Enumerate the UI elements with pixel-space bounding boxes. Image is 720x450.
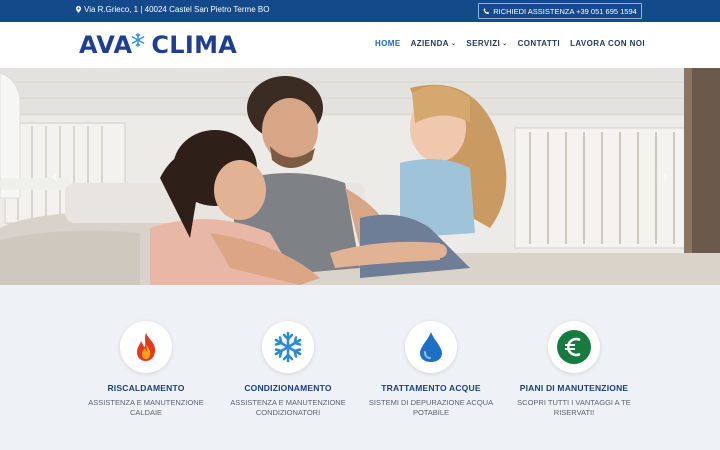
phone-icon — [483, 7, 490, 14]
nav-lavora-label: LAVORA CON NOI — [570, 39, 645, 48]
assistance-button[interactable]: RICHIEDI ASSISTENZA +39 051 695 1594 — [478, 3, 642, 19]
service-condizionamento[interactable]: CONDIZIONAMENTO ASSISTENZA E MANUTENZION… — [218, 321, 358, 418]
service-title: CONDIZIONAMENTO — [244, 383, 332, 393]
chevron-down-icon: ⌄ — [450, 41, 457, 47]
service-icon-circle — [120, 321, 172, 373]
chevron-left-icon: ‹ — [52, 168, 58, 185]
nav-azienda[interactable]: AZIENDA ⌄ — [411, 39, 457, 48]
service-desc: SCOPRI TUTTI I VANTAGGI A TE RISERVATI! — [517, 398, 631, 417]
logo[interactable]: AVA CLIMA — [79, 32, 237, 58]
service-trattamento-acque[interactable]: TRATTAMENTO ACQUE SISTEMI DI DEPURAZIONE… — [361, 321, 501, 418]
hero-image — [0, 68, 720, 285]
chevron-right-icon: › — [662, 168, 668, 185]
nav-contatti-label: CONTATTI — [517, 39, 561, 48]
slider-next-button[interactable]: › — [658, 168, 672, 186]
address-text: Via R.Grieco, 1 | 40024 Castel San Pietr… — [84, 5, 270, 14]
service-icon-circle — [548, 321, 600, 373]
nav-home-label: HOME — [374, 39, 401, 48]
hero-slider[interactable]: ‹ › — [0, 68, 720, 285]
service-icon-circle — [262, 321, 314, 373]
service-title: TRATTAMENTO ACQUE — [381, 383, 481, 393]
main-nav: HOME AZIENDA ⌄ SERVIZI ⌄ CONTATTI LAVORA C… — [375, 39, 645, 48]
service-title: RISCALDAMENTO — [107, 383, 185, 393]
address: Via R.Grieco, 1 | 40024 Castel San Pietr… — [76, 5, 269, 14]
assistance-label: RICHIEDI ASSISTENZA +39 051 695 1594 — [493, 6, 637, 16]
service-piani-manutenzione[interactable]: PIANI DI MANUTENZIONE SCOPRI TUTTI I VAN… — [504, 321, 644, 418]
map-pin-icon — [76, 6, 81, 13]
services-section: RISCALDAMENTO ASSISTENZA E MANUTENZIONE … — [0, 285, 720, 450]
service-icon-circle — [405, 321, 457, 373]
nav-azienda-label: AZIENDA — [410, 39, 449, 48]
top-bar: Via R.Grieco, 1 | 40024 Castel San Pietr… — [0, 0, 720, 22]
slider-prev-button[interactable]: ‹ — [48, 168, 62, 186]
service-desc: ASSISTENZA E MANUTENZIONE CALDAIE — [88, 398, 204, 417]
chevron-down-icon: ⌄ — [502, 41, 508, 47]
snowflake-logo-icon — [132, 33, 145, 47]
nav-contatti[interactable]: CONTATTI — [518, 39, 560, 48]
service-title: PIANI DI MANUTENZIONE — [519, 383, 629, 393]
nav-home[interactable]: HOME — [375, 39, 401, 48]
logo-text-left: AVA — [79, 31, 133, 59]
nav-lavora-con-noi[interactable]: LAVORA CON NOI — [570, 39, 645, 48]
flame-icon — [137, 333, 156, 361]
header: AVA CLIMA HOME AZIENDA ⌄ SERVIZI ⌄ CONTATT… — [0, 22, 720, 68]
service-desc: ASSISTENZA E MANUTENZIONE CONDIZIONATORI — [230, 398, 346, 417]
euro-icon — [557, 330, 591, 364]
nav-servizi[interactable]: SERVIZI ⌄ — [466, 39, 507, 48]
snowflake-icon — [274, 331, 302, 363]
nav-servizi-label: SERVIZI — [466, 39, 501, 48]
service-riscaldamento[interactable]: RISCALDAMENTO ASSISTENZA E MANUTENZIONE … — [76, 321, 216, 418]
water-drop-icon — [420, 332, 442, 362]
logo-text-right: CLIMA — [151, 31, 238, 59]
service-desc: SISTEMI DI DEPURAZIONE ACQUA POTABILE — [368, 398, 494, 417]
